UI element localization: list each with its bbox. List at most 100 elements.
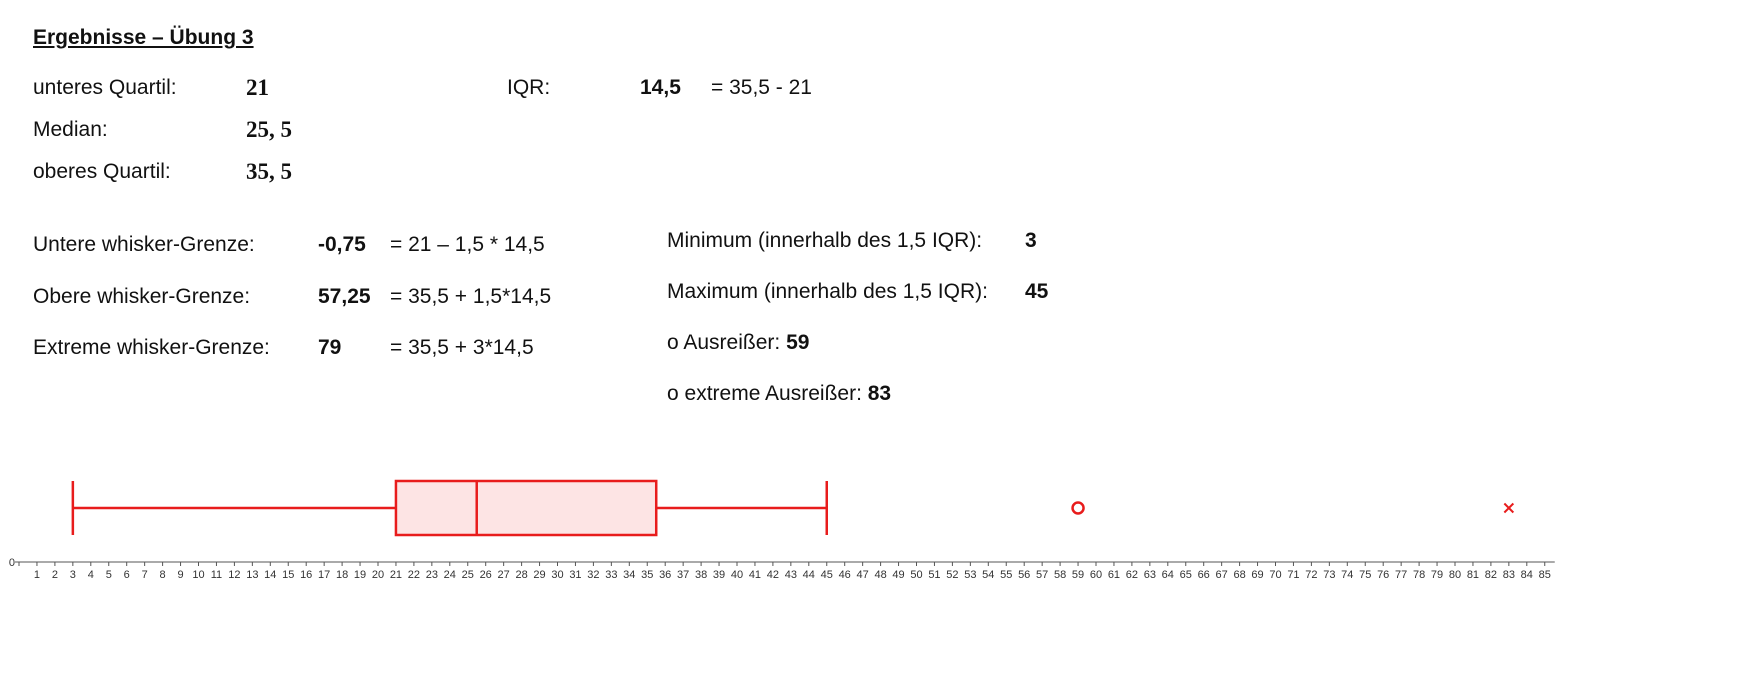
x-tick-label-30: 30 [551, 569, 563, 581]
x-tick-label-65: 65 [1180, 569, 1192, 581]
extreme-outlier-line: o extreme Ausreißer: 83 [667, 382, 891, 406]
x-tick-label-68: 68 [1233, 569, 1245, 581]
minimum-label: Minimum (innerhalb des 1,5 IQR): [667, 229, 983, 252]
x-tick-label-66: 66 [1198, 569, 1210, 581]
x-tick-label-0: 0 [9, 557, 15, 569]
x-tick-label-25: 25 [462, 569, 474, 581]
x-tick-label-42: 42 [767, 569, 779, 581]
lower-whisker-formula: = 21 – 1,5 * 14,5 [390, 233, 545, 256]
x-tick-label-51: 51 [928, 569, 940, 581]
x-tick-label-69: 69 [1251, 569, 1263, 581]
page-title: Ergebnisse – Übung 3 [33, 26, 254, 49]
x-tick-label-34: 34 [623, 569, 635, 581]
x-tick-label-79: 79 [1431, 569, 1443, 581]
extreme-outlier-value: 83 [867, 382, 892, 405]
x-tick-label-83: 83 [1503, 569, 1515, 581]
x-tick-label-29: 29 [533, 569, 545, 581]
x-tick-label-5: 5 [106, 569, 112, 581]
x-tick-label-70: 70 [1269, 569, 1281, 581]
x-tick-label-15: 15 [282, 569, 294, 581]
x-tick-label-63: 63 [1144, 569, 1156, 581]
extreme-outlier-label: o extreme Ausreißer: [667, 382, 862, 405]
x-tick-label-32: 32 [587, 569, 599, 581]
lower-whisker-label: Untere whisker-Grenze: [33, 233, 255, 256]
outlier-line: o Ausreißer: 59 [667, 331, 809, 355]
x-tick-label-1: 1 [34, 569, 40, 581]
outlier-label: o Ausreißer: [667, 331, 781, 354]
lower-quartile-label: unteres Quartil: [33, 76, 177, 99]
x-tick-label-23: 23 [426, 569, 438, 581]
median-value: 25, 5 [246, 117, 292, 142]
x-tick-label-72: 72 [1305, 569, 1317, 581]
x-tick-label-33: 33 [605, 569, 617, 581]
x-tick-label-19: 19 [354, 569, 366, 581]
x-tick-label-45: 45 [821, 569, 833, 581]
x-tick-label-59: 59 [1072, 569, 1084, 581]
x-tick-label-7: 7 [142, 569, 148, 581]
upper-quartile-label: oberes Quartil: [33, 160, 171, 183]
x-tick-label-18: 18 [336, 569, 348, 581]
maximum-value: 45 [1025, 280, 1049, 303]
x-tick-label-57: 57 [1036, 569, 1048, 581]
x-tick-label-53: 53 [964, 569, 976, 581]
x-tick-label-82: 82 [1485, 569, 1497, 581]
x-tick-label-11: 11 [211, 569, 222, 581]
x-tick-label-46: 46 [839, 569, 851, 581]
extreme-whisker-value: 79 [318, 336, 342, 359]
extreme-whisker-formula: = 35,5 + 3*14,5 [390, 336, 534, 359]
x-tick-label-84: 84 [1521, 569, 1533, 581]
x-tick-label-31: 31 [569, 569, 581, 581]
x-tick-label-38: 38 [695, 569, 707, 581]
extreme-whisker-label: Extreme whisker-Grenze: [33, 336, 270, 359]
upper-whisker-value: 57,25 [318, 285, 371, 308]
outlier-value: 59 [786, 331, 810, 354]
x-tick-label-75: 75 [1359, 569, 1371, 581]
x-tick-label-28: 28 [515, 569, 527, 581]
x-tick-label-85: 85 [1539, 569, 1551, 581]
x-tick-label-27: 27 [498, 569, 510, 581]
x-tick-label-12: 12 [228, 569, 240, 581]
x-tick-label-47: 47 [857, 569, 869, 581]
x-tick-label-81: 81 [1467, 569, 1479, 581]
x-tick-label-35: 35 [641, 569, 653, 581]
x-tick-label-77: 77 [1395, 569, 1407, 581]
x-tick-label-71: 71 [1287, 569, 1299, 581]
x-tick-label-56: 56 [1018, 569, 1030, 581]
x-tick-label-14: 14 [264, 569, 276, 581]
x-tick-label-10: 10 [192, 569, 204, 581]
upper-quartile-value: 35, 5 [246, 159, 292, 184]
x-tick-label-67: 67 [1216, 569, 1228, 581]
x-tick-label-73: 73 [1323, 569, 1335, 581]
x-tick-label-76: 76 [1377, 569, 1389, 581]
lower-quartile-value: 21 [246, 75, 269, 100]
x-tick-label-24: 24 [444, 569, 456, 581]
x-tick-label-48: 48 [874, 569, 886, 581]
iqr-label: IQR: [507, 76, 551, 99]
median-label: Median: [33, 118, 108, 141]
upper-whisker-label: Obere whisker-Grenze: [33, 285, 251, 308]
x-tick-label-26: 26 [480, 569, 492, 581]
x-tick-label-13: 13 [246, 569, 258, 581]
x-tick-label-61: 61 [1108, 569, 1120, 581]
x-tick-label-49: 49 [892, 569, 904, 581]
x-tick-label-41: 41 [749, 569, 761, 581]
x-tick-label-54: 54 [982, 569, 994, 581]
x-tick-label-6: 6 [124, 569, 130, 581]
iqr-value: 14,5 [640, 76, 681, 99]
x-tick-label-17: 17 [318, 569, 330, 581]
outlier-marker-0 [1071, 501, 1085, 515]
x-tick-label-9: 9 [177, 569, 183, 581]
x-tick-label-16: 16 [300, 569, 312, 581]
x-tick-label-2: 2 [52, 569, 58, 581]
x-tick-label-78: 78 [1413, 569, 1425, 581]
iqr-box [394, 479, 658, 537]
x-tick-label-50: 50 [910, 569, 922, 581]
x-tick-label-21: 21 [390, 569, 402, 581]
x-tick-label-39: 39 [713, 569, 725, 581]
x-tick-label-36: 36 [659, 569, 671, 581]
x-tick-label-3: 3 [70, 569, 76, 581]
x-tick-label-4: 4 [88, 569, 94, 581]
x-tick-label-43: 43 [785, 569, 797, 581]
x-tick-label-62: 62 [1126, 569, 1138, 581]
x-tick-label-60: 60 [1090, 569, 1102, 581]
